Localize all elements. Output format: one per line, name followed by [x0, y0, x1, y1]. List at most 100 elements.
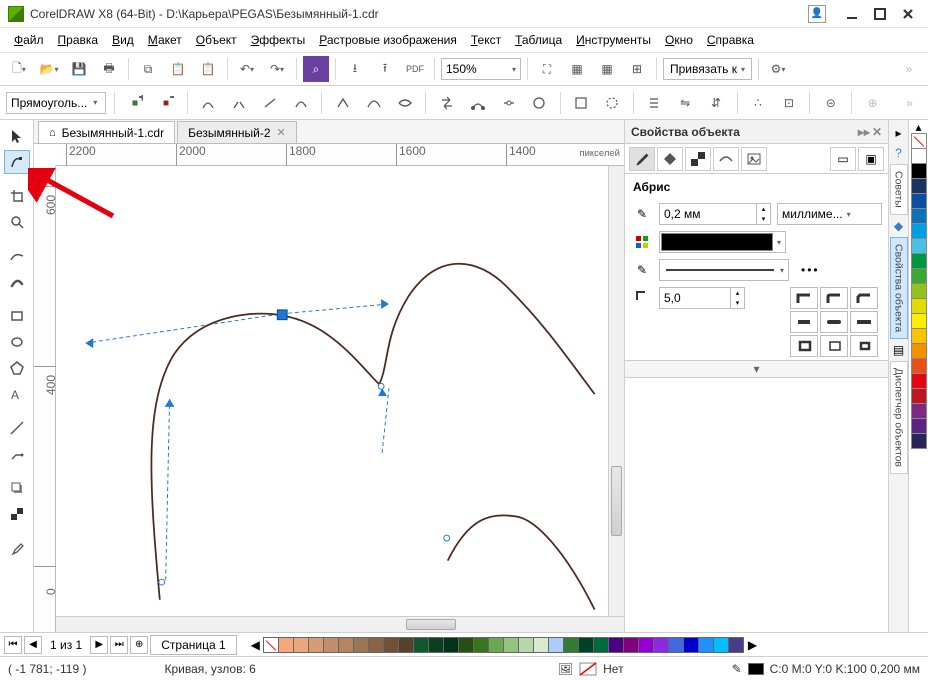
palette-swatch[interactable] — [293, 637, 309, 653]
drawing-canvas[interactable] — [56, 166, 624, 632]
view-mode-1[interactable]: ▭ — [830, 147, 856, 171]
cusp-node-button[interactable] — [330, 90, 355, 116]
save-button[interactable]: 💾 — [66, 56, 92, 82]
palette-swatch[interactable] — [911, 328, 927, 344]
arrow-fly-icon[interactable]: ▸ — [891, 125, 907, 141]
palette-swatch[interactable] — [668, 637, 684, 653]
palette-bottom-none[interactable] — [263, 637, 279, 653]
reflect-v-button[interactable]: ⇵ — [704, 90, 729, 116]
menu-effects[interactable]: Эффекты — [245, 31, 312, 49]
clipboard-button[interactable]: 📋 — [195, 56, 221, 82]
pos-inside[interactable] — [850, 335, 878, 357]
corner-round[interactable] — [820, 287, 848, 309]
snap-to-dropdown[interactable]: Привязать к▾ — [663, 58, 752, 80]
vertical-scrollbar[interactable] — [608, 166, 624, 616]
menu-tools[interactable]: Инструменты — [570, 31, 657, 49]
palette-swatch[interactable] — [911, 223, 927, 239]
palette-swatch[interactable] — [911, 163, 927, 179]
guides-button[interactable]: ⊞ — [624, 56, 650, 82]
menu-edit[interactable]: Правка — [52, 31, 105, 49]
search-content-button[interactable]: ⌕ — [303, 56, 329, 82]
rotate-nodes-button[interactable] — [600, 90, 625, 116]
cap-butt[interactable] — [790, 311, 818, 333]
bitmap-tab[interactable] — [741, 147, 767, 171]
palette-swatch[interactable] — [503, 637, 519, 653]
add-node-button[interactable]: + — [123, 90, 148, 116]
connector-tool[interactable] — [4, 442, 30, 466]
palette-right-arrow[interactable]: ▶ — [748, 638, 757, 652]
shape-tool[interactable] — [4, 150, 30, 174]
palette-swatch[interactable] — [608, 637, 624, 653]
propbar-overflow[interactable]: » — [897, 90, 922, 116]
menu-table[interactable]: Таблица — [509, 31, 568, 49]
palette-swatch[interactable] — [353, 637, 369, 653]
palette-swatch[interactable] — [428, 637, 444, 653]
palette-swatch[interactable] — [911, 343, 927, 359]
palette-swatch[interactable] — [308, 637, 324, 653]
minimize-button[interactable] — [840, 4, 864, 24]
break-node-button[interactable] — [227, 90, 252, 116]
palette-swatch[interactable] — [911, 253, 927, 269]
palette-swatch[interactable] — [911, 208, 927, 224]
elastic-button[interactable]: ∴ — [745, 90, 770, 116]
char-tab[interactable] — [713, 147, 739, 171]
palette-swatch[interactable] — [488, 637, 504, 653]
outline-tab[interactable] — [629, 147, 655, 171]
palette-swatch[interactable] — [443, 637, 459, 653]
mitre-limit-input[interactable]: 5,0 ▴▾ — [659, 287, 745, 309]
palette-swatch[interactable] — [911, 358, 927, 374]
reverse-button[interactable] — [434, 90, 459, 116]
doc-tab-2[interactable]: Безымянный-2 ✕ — [177, 121, 297, 143]
hints-tab[interactable]: Советы — [890, 164, 908, 215]
palette-swatch[interactable] — [593, 637, 609, 653]
menu-window[interactable]: Окно — [659, 31, 699, 49]
object-manager-tab[interactable]: Диспетчер объектов — [890, 361, 908, 474]
horizontal-scrollbar[interactable] — [56, 616, 624, 632]
palette-swatch[interactable] — [323, 637, 339, 653]
picker-icon[interactable]: 🖼 — [558, 662, 573, 676]
menu-object[interactable]: Объект — [190, 31, 243, 49]
pick-tool[interactable] — [4, 124, 30, 148]
zoom-tool[interactable] — [4, 210, 30, 234]
stretch-nodes-button[interactable] — [569, 90, 594, 116]
grid-button[interactable]: ▦ — [594, 56, 620, 82]
open-button[interactable]: 📂▾ — [36, 56, 62, 82]
outline-color-picker[interactable]: ▾ — [659, 231, 786, 253]
palette-up[interactable]: ▴ — [915, 120, 921, 134]
freehand-tool[interactable] — [4, 244, 30, 268]
palette-swatch[interactable] — [533, 637, 549, 653]
align-nodes-button[interactable] — [642, 90, 667, 116]
close-button[interactable] — [896, 4, 920, 24]
view-button[interactable]: ▦ — [564, 56, 590, 82]
export-button[interactable]: ⭱ — [372, 56, 398, 82]
page-add[interactable]: ⊕ — [130, 636, 148, 654]
palette-swatch[interactable] — [911, 403, 927, 419]
palette-swatch[interactable] — [911, 388, 927, 404]
palette-swatch[interactable] — [638, 637, 654, 653]
palette-swatch[interactable] — [911, 148, 927, 164]
palette-swatch[interactable] — [728, 637, 744, 653]
polygon-tool[interactable] — [4, 356, 30, 380]
outline-style-dropdown[interactable]: ▾ — [659, 259, 789, 281]
pdf-button[interactable]: PDF — [402, 56, 428, 82]
palette-none[interactable] — [911, 133, 927, 149]
palette-swatch[interactable] — [911, 178, 927, 194]
palette-swatch[interactable] — [713, 637, 729, 653]
corner-bevel[interactable] — [850, 287, 878, 309]
dimension-tool[interactable] — [4, 416, 30, 440]
dropshadow-tool[interactable] — [4, 476, 30, 500]
palette-swatch[interactable] — [911, 193, 927, 209]
palette-swatch[interactable] — [563, 637, 579, 653]
page-first[interactable]: ⏮ — [4, 636, 22, 654]
palette-swatch[interactable] — [578, 637, 594, 653]
transparency-tab[interactable] — [685, 147, 711, 171]
ellipse-tool[interactable] — [4, 330, 30, 354]
reduce-nodes-button[interactable]: ⊝ — [818, 90, 843, 116]
menu-layout[interactable]: Макет — [142, 31, 188, 49]
pos-outside[interactable] — [790, 335, 818, 357]
print-button[interactable]: 🖶 — [96, 56, 122, 82]
to-curve-button[interactable] — [289, 90, 314, 116]
objmgr-fly-icon[interactable]: ▤ — [891, 342, 907, 358]
delete-node-button[interactable]: − — [154, 90, 179, 116]
fill-tab[interactable] — [657, 147, 683, 171]
